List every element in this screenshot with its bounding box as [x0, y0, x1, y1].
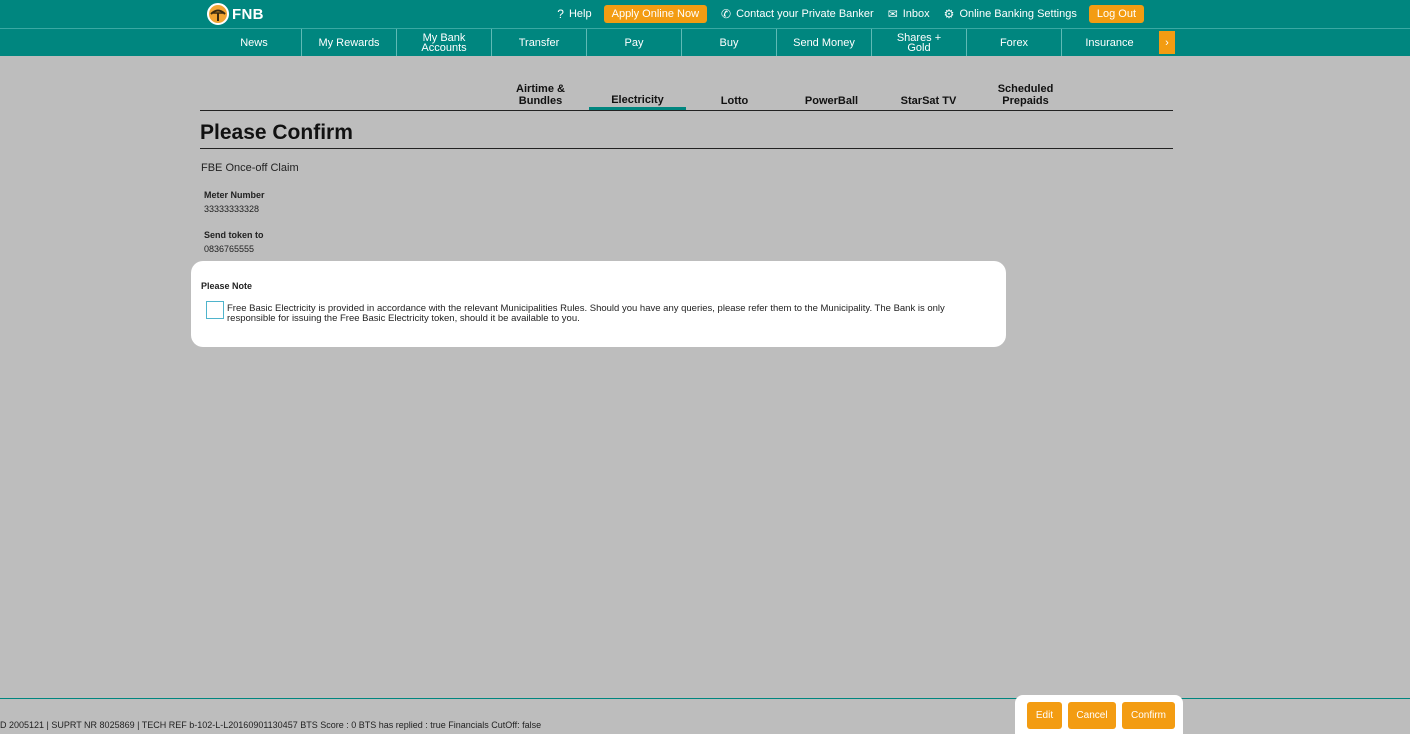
note-title: Please Note — [201, 281, 253, 291]
meter-number-label: Meter Number — [204, 190, 265, 200]
fnb-tree-icon — [207, 3, 229, 25]
logout-button[interactable]: Log Out — [1088, 5, 1144, 23]
contact-label: Contact your Private Banker — [736, 8, 874, 20]
contact-banker-link[interactable]: ✆ Contact your Private Banker — [721, 7, 874, 21]
envelope-icon: ✉ — [887, 7, 898, 21]
note-text: Free Basic Electricity is provided in ac… — [227, 303, 945, 324]
footer-divider — [0, 698, 1410, 699]
confirm-button[interactable]: Confirm — [1122, 702, 1175, 729]
footer-actions: Edit Cancel Confirm — [1015, 695, 1183, 734]
question-icon: ? — [557, 7, 564, 21]
send-token-label: Send token to — [204, 230, 264, 240]
nav-buy[interactable]: Buy — [682, 29, 777, 56]
inbox-link[interactable]: ✉ Inbox — [888, 7, 930, 21]
tab-lotto[interactable]: Lotto — [686, 82, 783, 110]
help-label: Help — [568, 8, 592, 20]
tab-airtime-bundles[interactable]: Airtime & Bundles — [492, 82, 589, 110]
settings-link[interactable]: ⚙ Online Banking Settings — [944, 7, 1077, 21]
brand-name: FNB — [232, 5, 264, 23]
buy-subtabs: Airtime & Bundles Electricity Lotto Powe… — [492, 82, 1074, 110]
nav-forex[interactable]: Forex — [967, 29, 1062, 56]
page-title: Please Confirm — [200, 121, 353, 144]
send-token-value: 0836765555 — [204, 244, 255, 254]
footer-tech-info: D 2005121 | SUPRT NR 8025869 | TECH REF … — [0, 720, 542, 730]
nav-pay[interactable]: Pay — [587, 29, 682, 56]
title-divider — [200, 148, 1173, 149]
phone-icon: ✆ — [721, 7, 732, 21]
inbox-label: Inbox — [902, 8, 930, 20]
nav-news[interactable]: News — [207, 29, 302, 56]
help-link[interactable]: ? Help — [557, 7, 591, 21]
tab-electricity[interactable]: Electricity — [589, 82, 686, 110]
nav-send-money[interactable]: Send Money — [777, 29, 872, 56]
nav-insurance[interactable]: Insurance — [1062, 29, 1157, 56]
accept-terms-checkbox[interactable] — [206, 301, 224, 319]
tab-powerball[interactable]: PowerBall — [783, 82, 880, 110]
tab-starsat-tv[interactable]: StarSat TV — [880, 82, 977, 110]
cancel-button[interactable]: Cancel — [1068, 702, 1116, 729]
gear-icon: ⚙ — [943, 7, 955, 21]
nav-transfer[interactable]: Transfer — [492, 29, 587, 56]
nav-shares-gold[interactable]: Shares + Gold — [872, 29, 967, 56]
top-bar: FNB ? Help Apply Online Now ✆ Contact yo… — [0, 0, 1410, 28]
edit-button[interactable]: Edit — [1027, 702, 1062, 729]
main-navigation: News My Rewards My Bank Accounts Transfe… — [0, 28, 1410, 56]
tab-scheduled-prepaids[interactable]: Scheduled Prepaids — [977, 82, 1074, 110]
apply-online-button[interactable]: Apply Online Now — [603, 5, 708, 23]
meter-number-value: 33333333328 — [204, 204, 260, 214]
settings-label: Online Banking Settings — [959, 8, 1077, 20]
tabs-divider — [200, 110, 1173, 111]
nav-my-bank-accounts[interactable]: My Bank Accounts — [397, 29, 492, 56]
fnb-logo[interactable]: FNB — [207, 3, 264, 25]
nav-my-rewards[interactable]: My Rewards — [302, 29, 397, 56]
please-note-panel: Please Note Free Basic Electricity is pr… — [191, 261, 1006, 347]
nav-more-arrow-icon[interactable]: › — [1159, 31, 1175, 54]
claim-type-heading: FBE Once-off Claim — [201, 162, 299, 174]
